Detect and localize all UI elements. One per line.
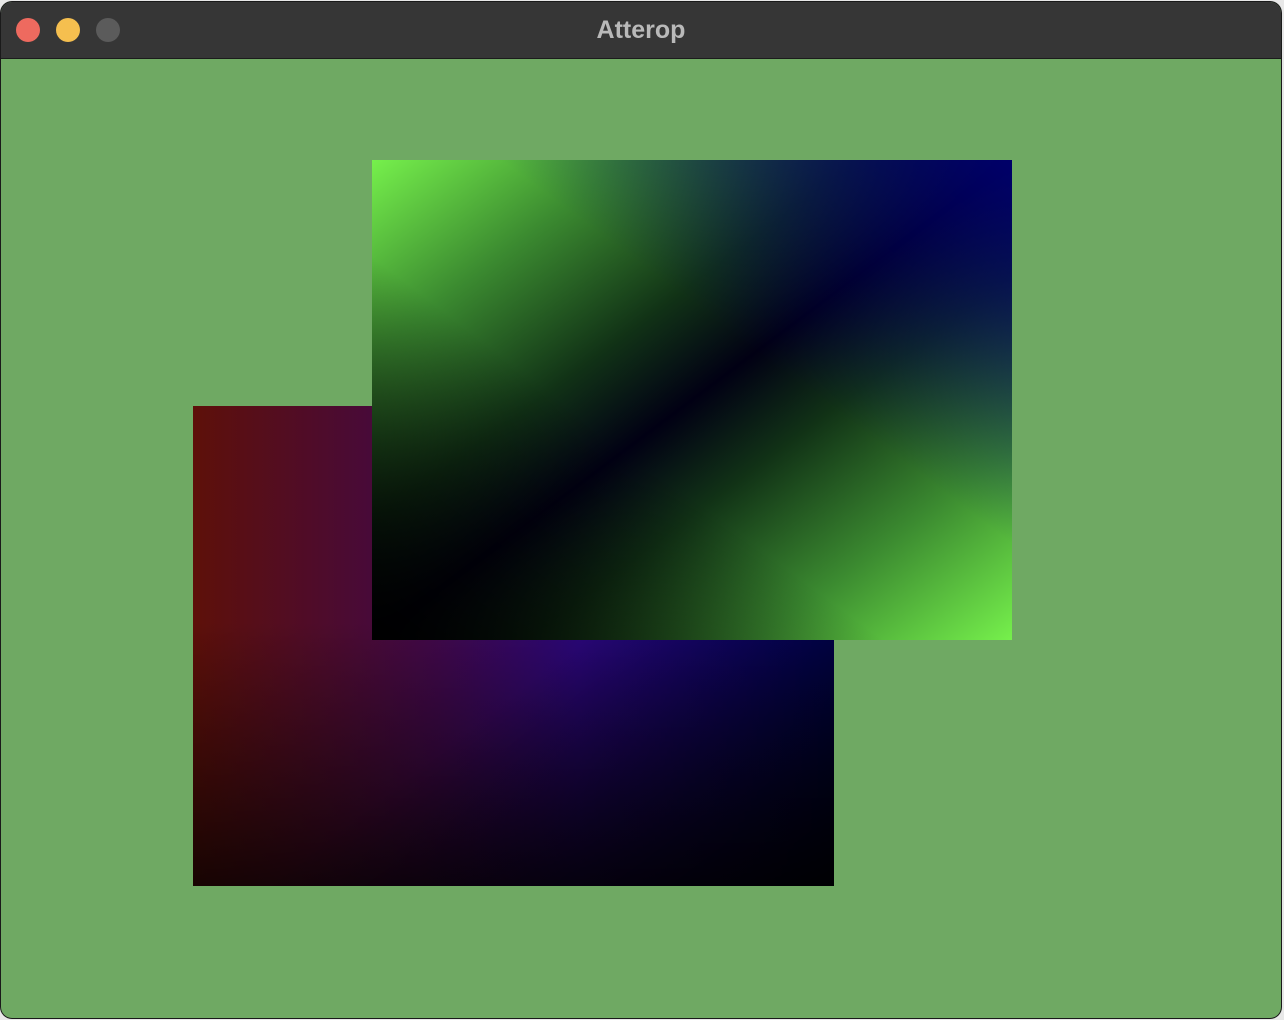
app-window: Atterop <box>1 2 1281 1018</box>
title-bar[interactable]: Atterop <box>1 2 1281 59</box>
drawing-canvas <box>1 59 1281 1018</box>
front-gradient-rectangle <box>372 160 1012 640</box>
window-title: Atterop <box>596 16 686 44</box>
front-rectangle-tint <box>372 160 1012 640</box>
